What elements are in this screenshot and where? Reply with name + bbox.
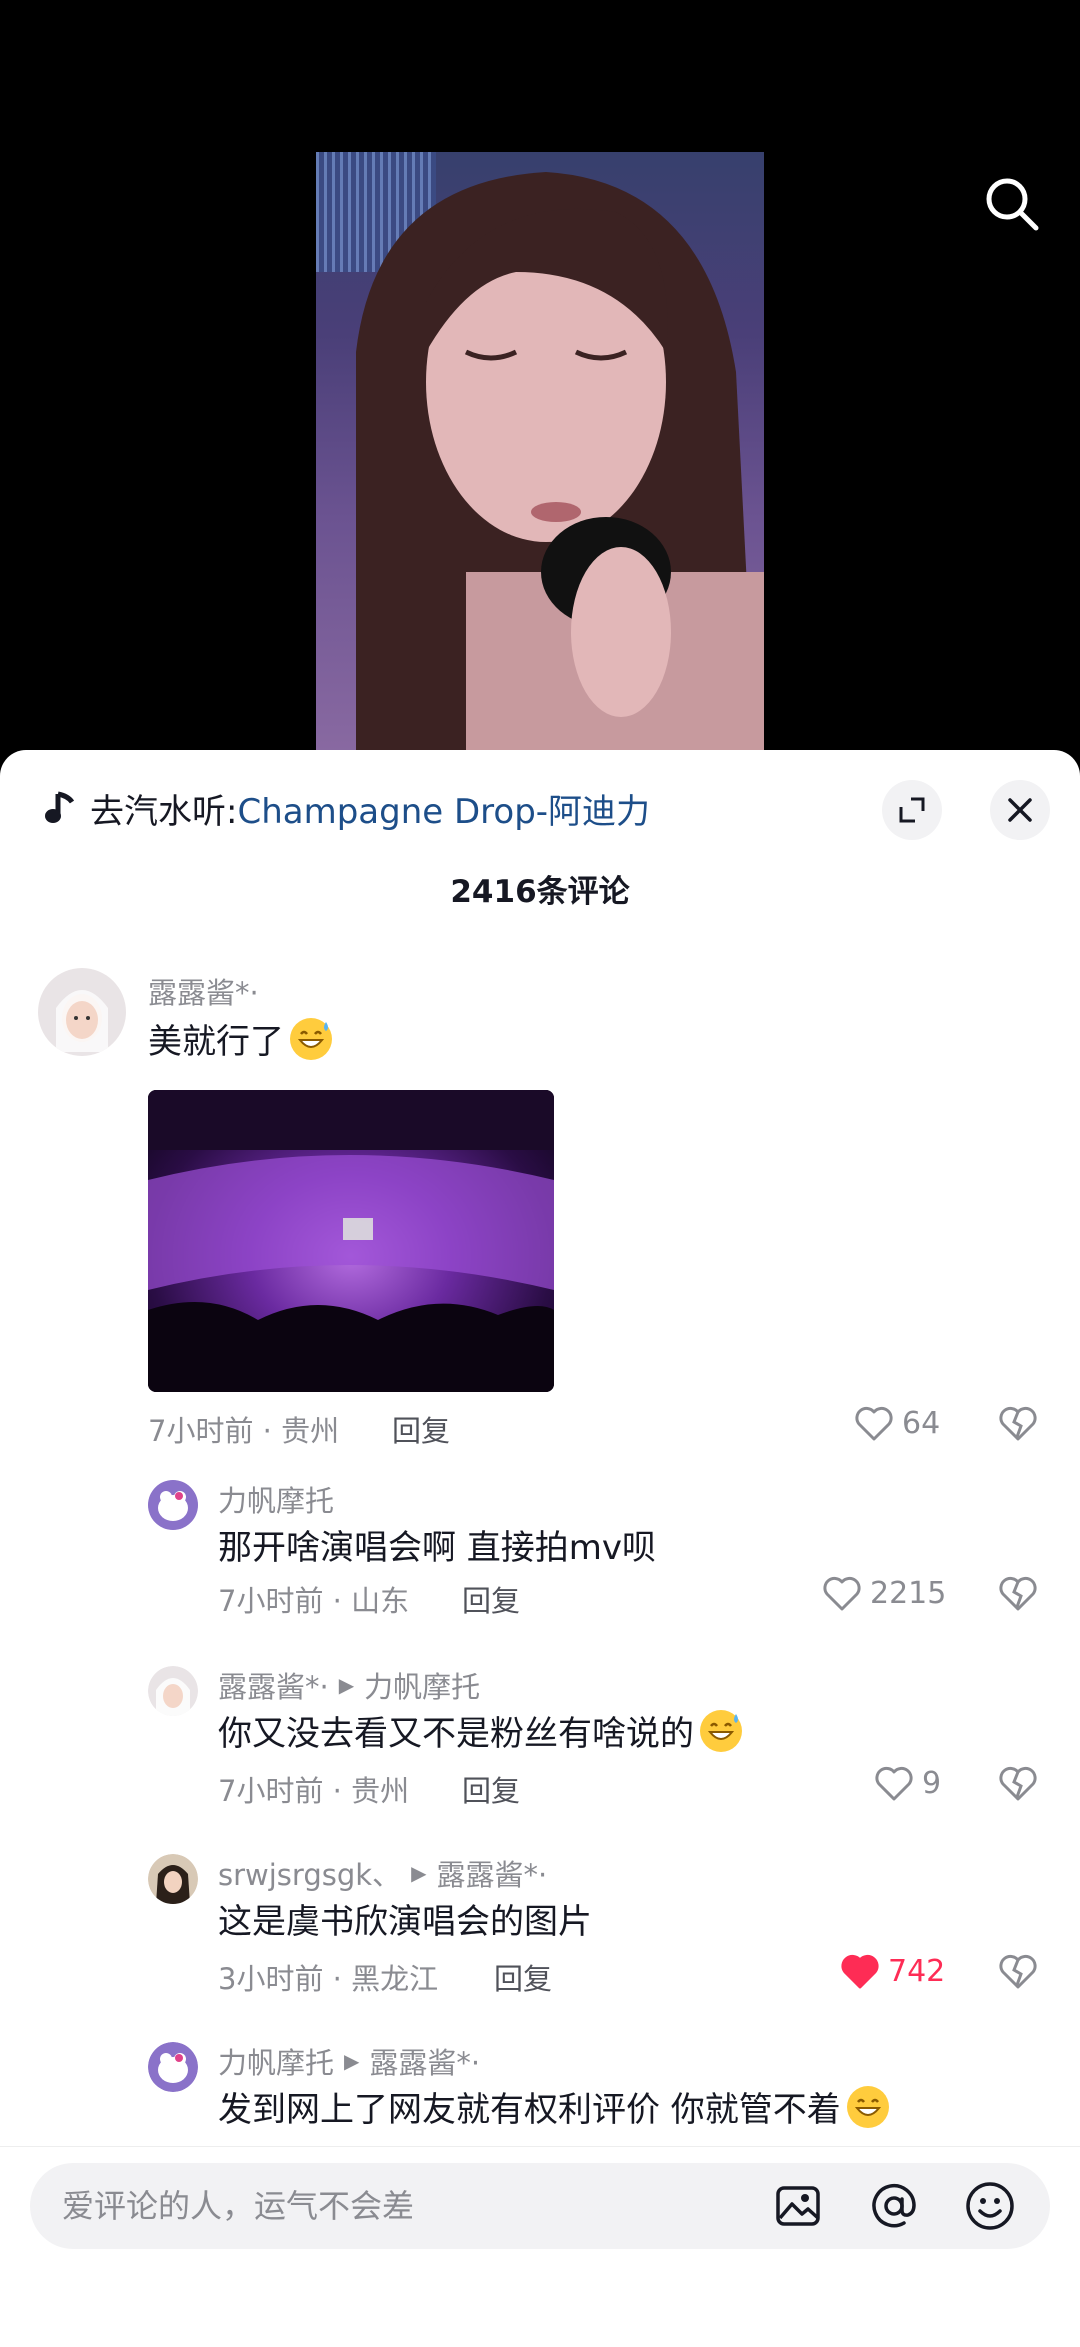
expand-button[interactable] — [882, 780, 942, 840]
like-button[interactable]: 9 — [874, 1764, 941, 1802]
comment-text: 你又没去看又不是粉丝有啥说的 — [218, 1706, 744, 1755]
comment-username[interactable]: 力帆摩托 ▶ 露露酱*· — [218, 2040, 480, 2082]
comment-meta: 7小时前 · 山东 — [218, 1584, 410, 1618]
smile-emoji-icon — [846, 2085, 889, 2128]
music-link[interactable]: 去汽水听: Champagne Drop-阿迪力 — [44, 780, 650, 836]
reply-button[interactable]: 回复 — [462, 1578, 520, 1620]
reply-button[interactable]: 回复 — [462, 1768, 520, 1810]
broken-heart-icon — [999, 1766, 1037, 1801]
heart-icon — [855, 1406, 893, 1441]
broken-heart-icon — [999, 1576, 1037, 1611]
avatar[interactable] — [148, 1480, 198, 1530]
comment-meta: 7小时前 · 贵州 — [218, 1774, 410, 1808]
avatar[interactable] — [38, 968, 126, 1056]
heart-icon — [823, 1576, 861, 1611]
dislike-button[interactable] — [998, 1764, 1038, 1806]
grin-sweat-emoji-icon — [290, 1017, 332, 1060]
emoji-button[interactable] — [964, 2180, 1016, 2232]
dislike-button[interactable] — [998, 1404, 1038, 1446]
like-count: 2215 — [870, 1575, 947, 1611]
like-button[interactable]: 2215 — [822, 1574, 946, 1612]
music-title[interactable]: Champagne Drop-阿迪力 — [237, 784, 650, 833]
expand-icon — [899, 797, 925, 823]
search-icon — [986, 178, 1039, 231]
image-button[interactable] — [772, 2180, 824, 2232]
avatar[interactable] — [148, 1854, 198, 1904]
comment-text: 那开啥演唱会啊 直接拍mv呗 — [218, 1528, 657, 1568]
reply-arrow-icon: ▶ — [411, 1861, 427, 1885]
like-button[interactable]: 64 — [854, 1404, 940, 1442]
like-count: 742 — [888, 1953, 946, 1989]
smiley-icon — [966, 2182, 1014, 2230]
comment-username[interactable]: 露露酱*· — [148, 970, 259, 1012]
close-button[interactable] — [990, 780, 1050, 840]
comment-text: 这是虞书欣演唱会的图片 — [218, 1902, 592, 1942]
broken-heart-icon — [999, 1406, 1037, 1441]
reply-arrow-icon: ▶ — [338, 1673, 355, 1697]
comment-meta: 3小时前 · 黑龙江 — [218, 1962, 439, 1996]
heart-filled-icon — [841, 1954, 879, 1989]
comment-text: 美就行了 — [148, 1014, 334, 1063]
mention-button[interactable] — [868, 2180, 920, 2232]
heart-icon — [875, 1766, 913, 1801]
comment-meta: 7小时前 · 贵州 — [148, 1414, 340, 1448]
broken-heart-icon — [999, 1954, 1037, 1989]
comment-username[interactable]: 力帆摩托 — [218, 1478, 334, 1520]
comment-input-bar — [0, 2146, 1080, 2347]
dislike-button[interactable] — [998, 1952, 1038, 1994]
image-icon — [776, 2186, 820, 2226]
comment-count: 2416条评论 — [450, 874, 630, 910]
grin-sweat-emoji-icon — [700, 1709, 742, 1752]
comment-input[interactable] — [60, 2186, 772, 2226]
reply-arrow-icon: ▶ — [344, 2049, 360, 2073]
music-prefix: 去汽水听: — [90, 791, 238, 832]
reply-button[interactable]: 回复 — [494, 1956, 552, 1998]
comment-username[interactable]: srwjsrgsgk、 ▶ 露露酱*· — [218, 1852, 547, 1894]
music-note-icon — [45, 791, 75, 823]
like-count: 9 — [922, 1765, 942, 1801]
comment-image[interactable] — [148, 1090, 554, 1392]
search-button[interactable] — [980, 172, 1044, 236]
video-frame — [316, 152, 764, 762]
at-icon — [872, 2183, 916, 2228]
comment-text: 发到网上了网友就有权利评价 你就管不着 — [218, 2082, 891, 2131]
comment-username[interactable]: 露露酱*· ▶ 力帆摩托 — [218, 1664, 480, 1706]
comments-sheet: 去汽水听: Champagne Drop-阿迪力 2416条评论 露露酱*· 美… — [0, 750, 1080, 2346]
video-player[interactable] — [0, 0, 1080, 762]
dislike-button[interactable] — [998, 1574, 1038, 1616]
like-count: 64 — [902, 1405, 941, 1441]
avatar[interactable] — [148, 1666, 198, 1716]
close-icon — [1008, 798, 1032, 822]
avatar[interactable] — [148, 2042, 198, 2092]
reply-button[interactable]: 回复 — [392, 1408, 450, 1450]
comment-input-box[interactable] — [30, 2163, 1050, 2249]
like-button[interactable]: 742 — [840, 1952, 945, 1990]
